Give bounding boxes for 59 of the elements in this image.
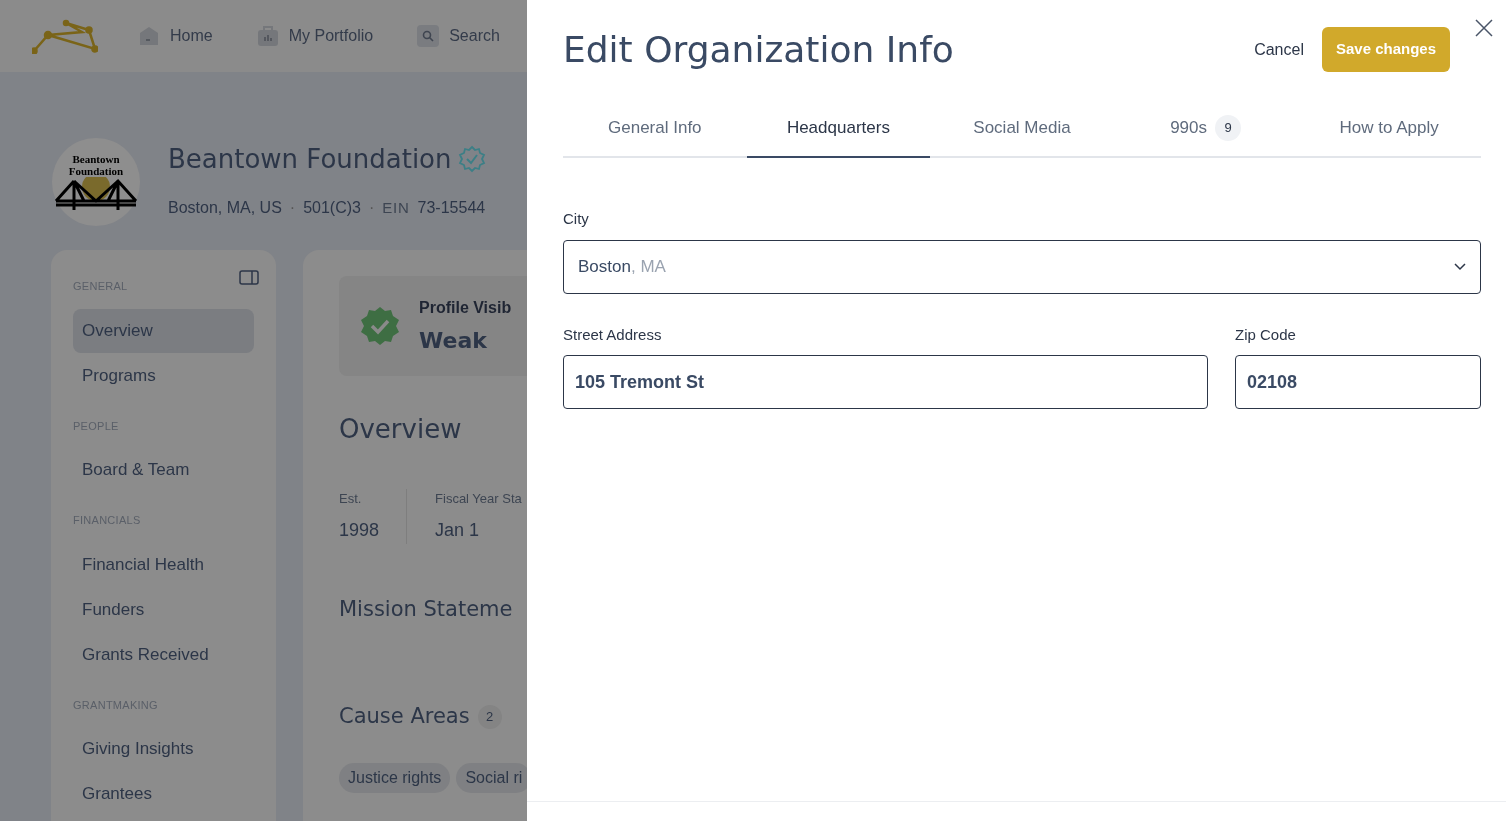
street-address-field[interactable]: 105 Tremont St <box>563 355 1208 409</box>
briefcase-icon <box>256 25 279 47</box>
verified-badge-icon <box>457 145 486 173</box>
organization-name: Beantown Foundation <box>168 144 452 174</box>
logo-text: Beantown <box>72 153 120 165</box>
cause-tag: Social ri <box>456 762 527 793</box>
zip-code-field[interactable]: 02108 <box>1235 355 1481 409</box>
city-value: Boston <box>578 256 631 276</box>
ein-label: EIN <box>382 197 410 218</box>
separator-dot: · <box>289 198 296 218</box>
cause-tag: Justice rights <box>339 762 451 793</box>
fact-label: Fiscal Year Sta <box>435 490 522 508</box>
logo-text: Foundation <box>68 165 124 177</box>
visibility-value: Weak <box>419 326 488 355</box>
cause-areas-heading: Cause Areas <box>339 703 470 730</box>
mission-heading: Mission Stateme <box>339 595 514 623</box>
tab[interactable]: Social Media <box>930 99 1114 158</box>
nav-link[interactable]: Search <box>417 24 500 48</box>
tab[interactable]: General Info <box>563 99 747 158</box>
field-label: City <box>563 209 590 229</box>
sidebar-item[interactable]: Overview <box>73 308 254 353</box>
close-icon[interactable] <box>1474 18 1494 38</box>
field-label: Street Address <box>563 324 663 345</box>
ein-value: 73-15544 <box>417 198 486 218</box>
city-select[interactable]: Boston, MA <box>563 239 1481 294</box>
tab[interactable]: 990s 9 <box>1113 99 1298 158</box>
sidebar-item[interactable]: Grantees <box>73 772 254 816</box>
sidebar-item[interactable]: Financial Health <box>73 542 254 587</box>
logo-icon <box>32 18 98 54</box>
dialog-title: Edit Organization Info <box>563 27 955 72</box>
nav-link[interactable]: Home <box>138 24 213 48</box>
sidebar-item[interactable]: Grants Received <box>73 632 254 677</box>
state-value: , MA <box>630 256 666 276</box>
count-badge: 2 <box>477 704 502 729</box>
panel-toggle-icon <box>239 270 259 286</box>
badge-check-icon <box>359 305 401 347</box>
field-label: Zip Code <box>1235 324 1297 345</box>
fact-label: Est. <box>339 490 363 508</box>
nav-link[interactable]: My Portfolio <box>256 24 374 48</box>
chevron-down-icon <box>1454 262 1466 271</box>
sidebar-item[interactable]: Board & Team <box>73 448 254 492</box>
sidebar-item[interactable]: Funders <box>73 587 254 632</box>
house-icon <box>138 25 160 47</box>
fact-value: Jan 1 <box>435 518 481 542</box>
tax-status-text: 501(C)3 <box>303 198 361 218</box>
search-icon <box>417 25 440 47</box>
separator-dot: · <box>368 198 375 218</box>
fact-value: 1998 <box>339 518 380 542</box>
bridge-icon <box>54 177 138 211</box>
count-badge: 9 <box>1215 114 1241 141</box>
sidebar-item[interactable]: Giving Insights <box>73 727 254 771</box>
tab[interactable]: Headquarters <box>746 99 931 158</box>
save-button[interactable]: Save changes <box>1321 27 1450 72</box>
location-text: Boston, MA, US <box>168 198 282 218</box>
visibility-title: Profile Visib <box>419 297 512 318</box>
sidebar-item[interactable]: Programs <box>73 353 254 398</box>
overview-heading: Overview <box>339 413 463 446</box>
tab[interactable]: How to Apply <box>1297 99 1481 158</box>
cancel-button[interactable]: Cancel <box>1244 29 1314 70</box>
